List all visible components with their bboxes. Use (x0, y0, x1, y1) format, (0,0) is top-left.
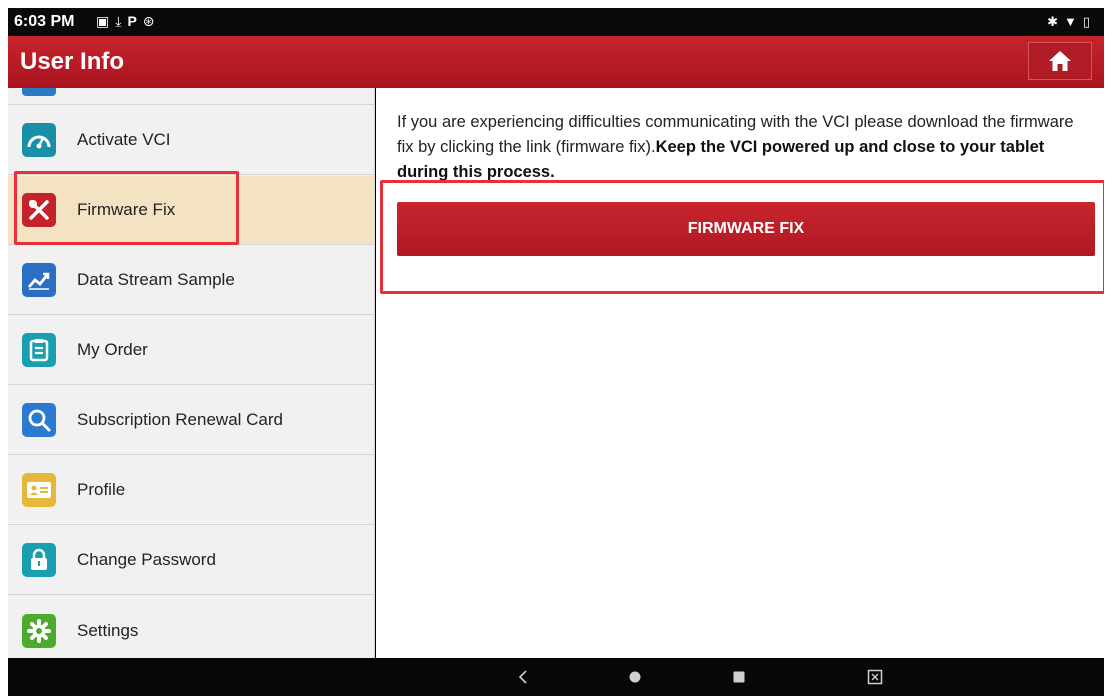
home-button[interactable] (1028, 42, 1092, 80)
status-time: 6:03 PM (14, 13, 75, 30)
sidebar-item-change-password[interactable]: Change Password (8, 526, 374, 595)
partial-icon (22, 88, 56, 96)
sidebar-item-label: Activate VCI (77, 130, 171, 149)
sidebar-item-label: My Order (77, 340, 148, 359)
chart-trend-icon (22, 263, 56, 297)
p-icon: P (127, 13, 143, 29)
sidebar-item-profile[interactable]: Profile (8, 456, 374, 525)
notification-icons: ▣⤓P⊛ (96, 13, 161, 30)
image-icon: ▣ (96, 13, 116, 29)
sidebar-item-data-stream-sample[interactable]: Data Stream Sample (8, 246, 374, 315)
sidebar-item-settings[interactable]: Settings (8, 596, 374, 658)
sidebar-item-label: Profile (77, 480, 126, 499)
sidebar-item-partial[interactable] (8, 88, 374, 105)
battery-icon: ▯ (1082, 14, 1096, 29)
wifi-icon: ▼ (1063, 14, 1083, 29)
main-content: If you are experiencing difficulties com… (376, 88, 1104, 658)
status-bar: 6:03 PM ▣⤓P⊛ ✱▼▯ (8, 8, 1104, 36)
tablet-screen: 6:03 PM ▣⤓P⊛ ✱▼▯ User Info Activate VCI (8, 8, 1104, 696)
back-button[interactable] (504, 658, 542, 696)
highlight-box-sidebar (14, 171, 239, 245)
sidebar-item-label: Data Stream Sample (77, 270, 235, 289)
id-card-icon (22, 473, 56, 507)
highlight-box-button (380, 180, 1104, 294)
sidebar-item-label: Subscription Renewal Card (77, 410, 283, 429)
instructions-text: If you are experiencing difficulties com… (397, 110, 1087, 185)
sidebar-item-my-order[interactable]: My Order (8, 316, 374, 385)
home-icon (1049, 51, 1071, 71)
sidebar-item-activate-vci[interactable]: Activate VCI (8, 106, 374, 175)
app-header: User Info (8, 36, 1104, 88)
gauge-icon (22, 123, 56, 157)
screenshot-icon (867, 669, 883, 685)
sidebar-item-subscription-renewal-card[interactable]: Subscription Renewal Card (8, 386, 374, 455)
sidebar-item-label: Settings (77, 620, 139, 640)
home-circle-icon (629, 671, 641, 683)
back-icon (518, 670, 527, 684)
download-icon: ⤓ (115, 13, 128, 29)
sidebar-item-label: Change Password (77, 550, 216, 569)
bluetooth-icon: ✱ (1047, 14, 1064, 29)
clipboard-icon (22, 333, 56, 367)
search-icon (22, 403, 56, 437)
screenshot-button[interactable] (856, 658, 894, 696)
lock-icon (22, 543, 56, 577)
gear-icon (22, 613, 56, 648)
system-nav-bar (8, 658, 1104, 696)
system-icons: ✱▼▯ (1047, 14, 1096, 30)
page-title: User Info (20, 48, 125, 75)
recents-icon (733, 671, 745, 683)
recents-button[interactable] (720, 658, 758, 696)
settings-badge-icon: ⊛ (142, 13, 161, 29)
home-nav-button[interactable] (616, 658, 654, 696)
